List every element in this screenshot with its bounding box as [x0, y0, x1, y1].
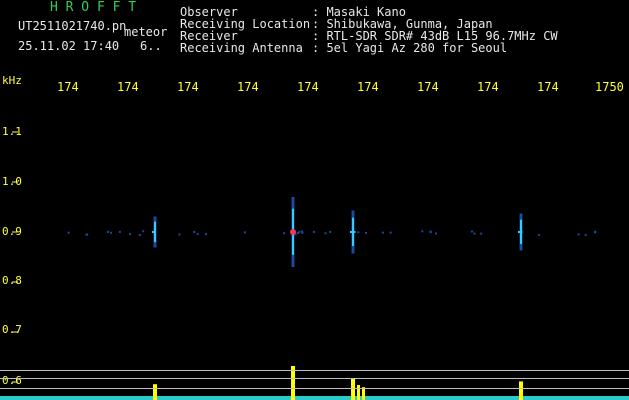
noise-speck [283, 232, 286, 235]
noise-speck [470, 230, 473, 233]
noise-speck [67, 231, 70, 234]
noise-speck [473, 232, 476, 235]
station-title: H R O F F T [50, 0, 137, 15]
spectrum-bar [153, 384, 157, 400]
filename-label: UT2511021740.pn [18, 19, 127, 33]
noise-speck [106, 230, 109, 233]
noise-speck [86, 233, 89, 236]
noise-speck [118, 230, 121, 233]
noise-speck [357, 231, 360, 234]
unit-label: kHz [2, 74, 22, 87]
spectrum-bar [291, 366, 295, 400]
noise-speck [138, 233, 141, 236]
x-tick: 174 [297, 80, 319, 94]
spectrum-top-line [0, 370, 629, 371]
noise-speck [537, 233, 540, 236]
noise-speck [313, 230, 316, 233]
tick-marks [12, 131, 18, 383]
antenna-label: Receiving Antenna [180, 41, 303, 55]
datetime-label: 25.11.02 17:40 [18, 39, 120, 53]
mode-label: meteor [124, 25, 168, 39]
noise-speck [196, 233, 199, 236]
signal-streak [518, 231, 523, 233]
noise-speck [178, 233, 181, 236]
x-tick: 174 [117, 80, 139, 94]
noise-speck [480, 232, 483, 235]
spectrum-baseline [0, 396, 629, 400]
signal-streak [350, 231, 356, 233]
x-tick: 174 [57, 80, 79, 94]
spectrum-bar [351, 378, 355, 400]
signal-peak [290, 229, 296, 235]
noise-speck [243, 231, 246, 234]
noise-speck [594, 231, 597, 234]
signal-streak [152, 231, 156, 233]
spectrum-mid-line [0, 378, 629, 379]
meteor-signals [152, 197, 523, 267]
noise-speck [142, 230, 145, 233]
x-tick: 174 [237, 80, 259, 94]
noise-speck [298, 230, 301, 233]
background-noise [67, 230, 597, 236]
noise-speck [129, 233, 132, 236]
x-tick: 174 [357, 80, 379, 94]
noise-speck [434, 232, 437, 235]
x-tick: 174 [177, 80, 199, 94]
noise-speck [329, 230, 332, 233]
noise-speck [324, 232, 327, 235]
noise-speck [193, 230, 196, 233]
x-tick: 174 [477, 80, 499, 94]
noise-speck [301, 231, 304, 234]
spectrum-bar [362, 387, 365, 400]
spectrum-base-line [0, 388, 629, 389]
noise-speck [204, 233, 207, 236]
waterfall-display [0, 131, 629, 400]
counter-label: 6.. [140, 39, 162, 53]
spectrum-bar [519, 381, 523, 400]
noise-speck [429, 231, 432, 234]
x-tick: 174 [417, 80, 439, 94]
noise-speck [381, 231, 384, 234]
spectrum-bars [0, 366, 629, 400]
antenna-value: : 5el Yagi Az 280 for Seoul [312, 41, 508, 55]
x-tick: 1750 [595, 80, 624, 94]
noise-speck [365, 231, 368, 234]
noise-speck [584, 233, 587, 236]
noise-speck [389, 231, 392, 234]
x-tick: 174 [537, 80, 559, 94]
noise-speck [577, 233, 580, 236]
noise-speck [110, 231, 113, 234]
noise-speck [421, 230, 424, 233]
